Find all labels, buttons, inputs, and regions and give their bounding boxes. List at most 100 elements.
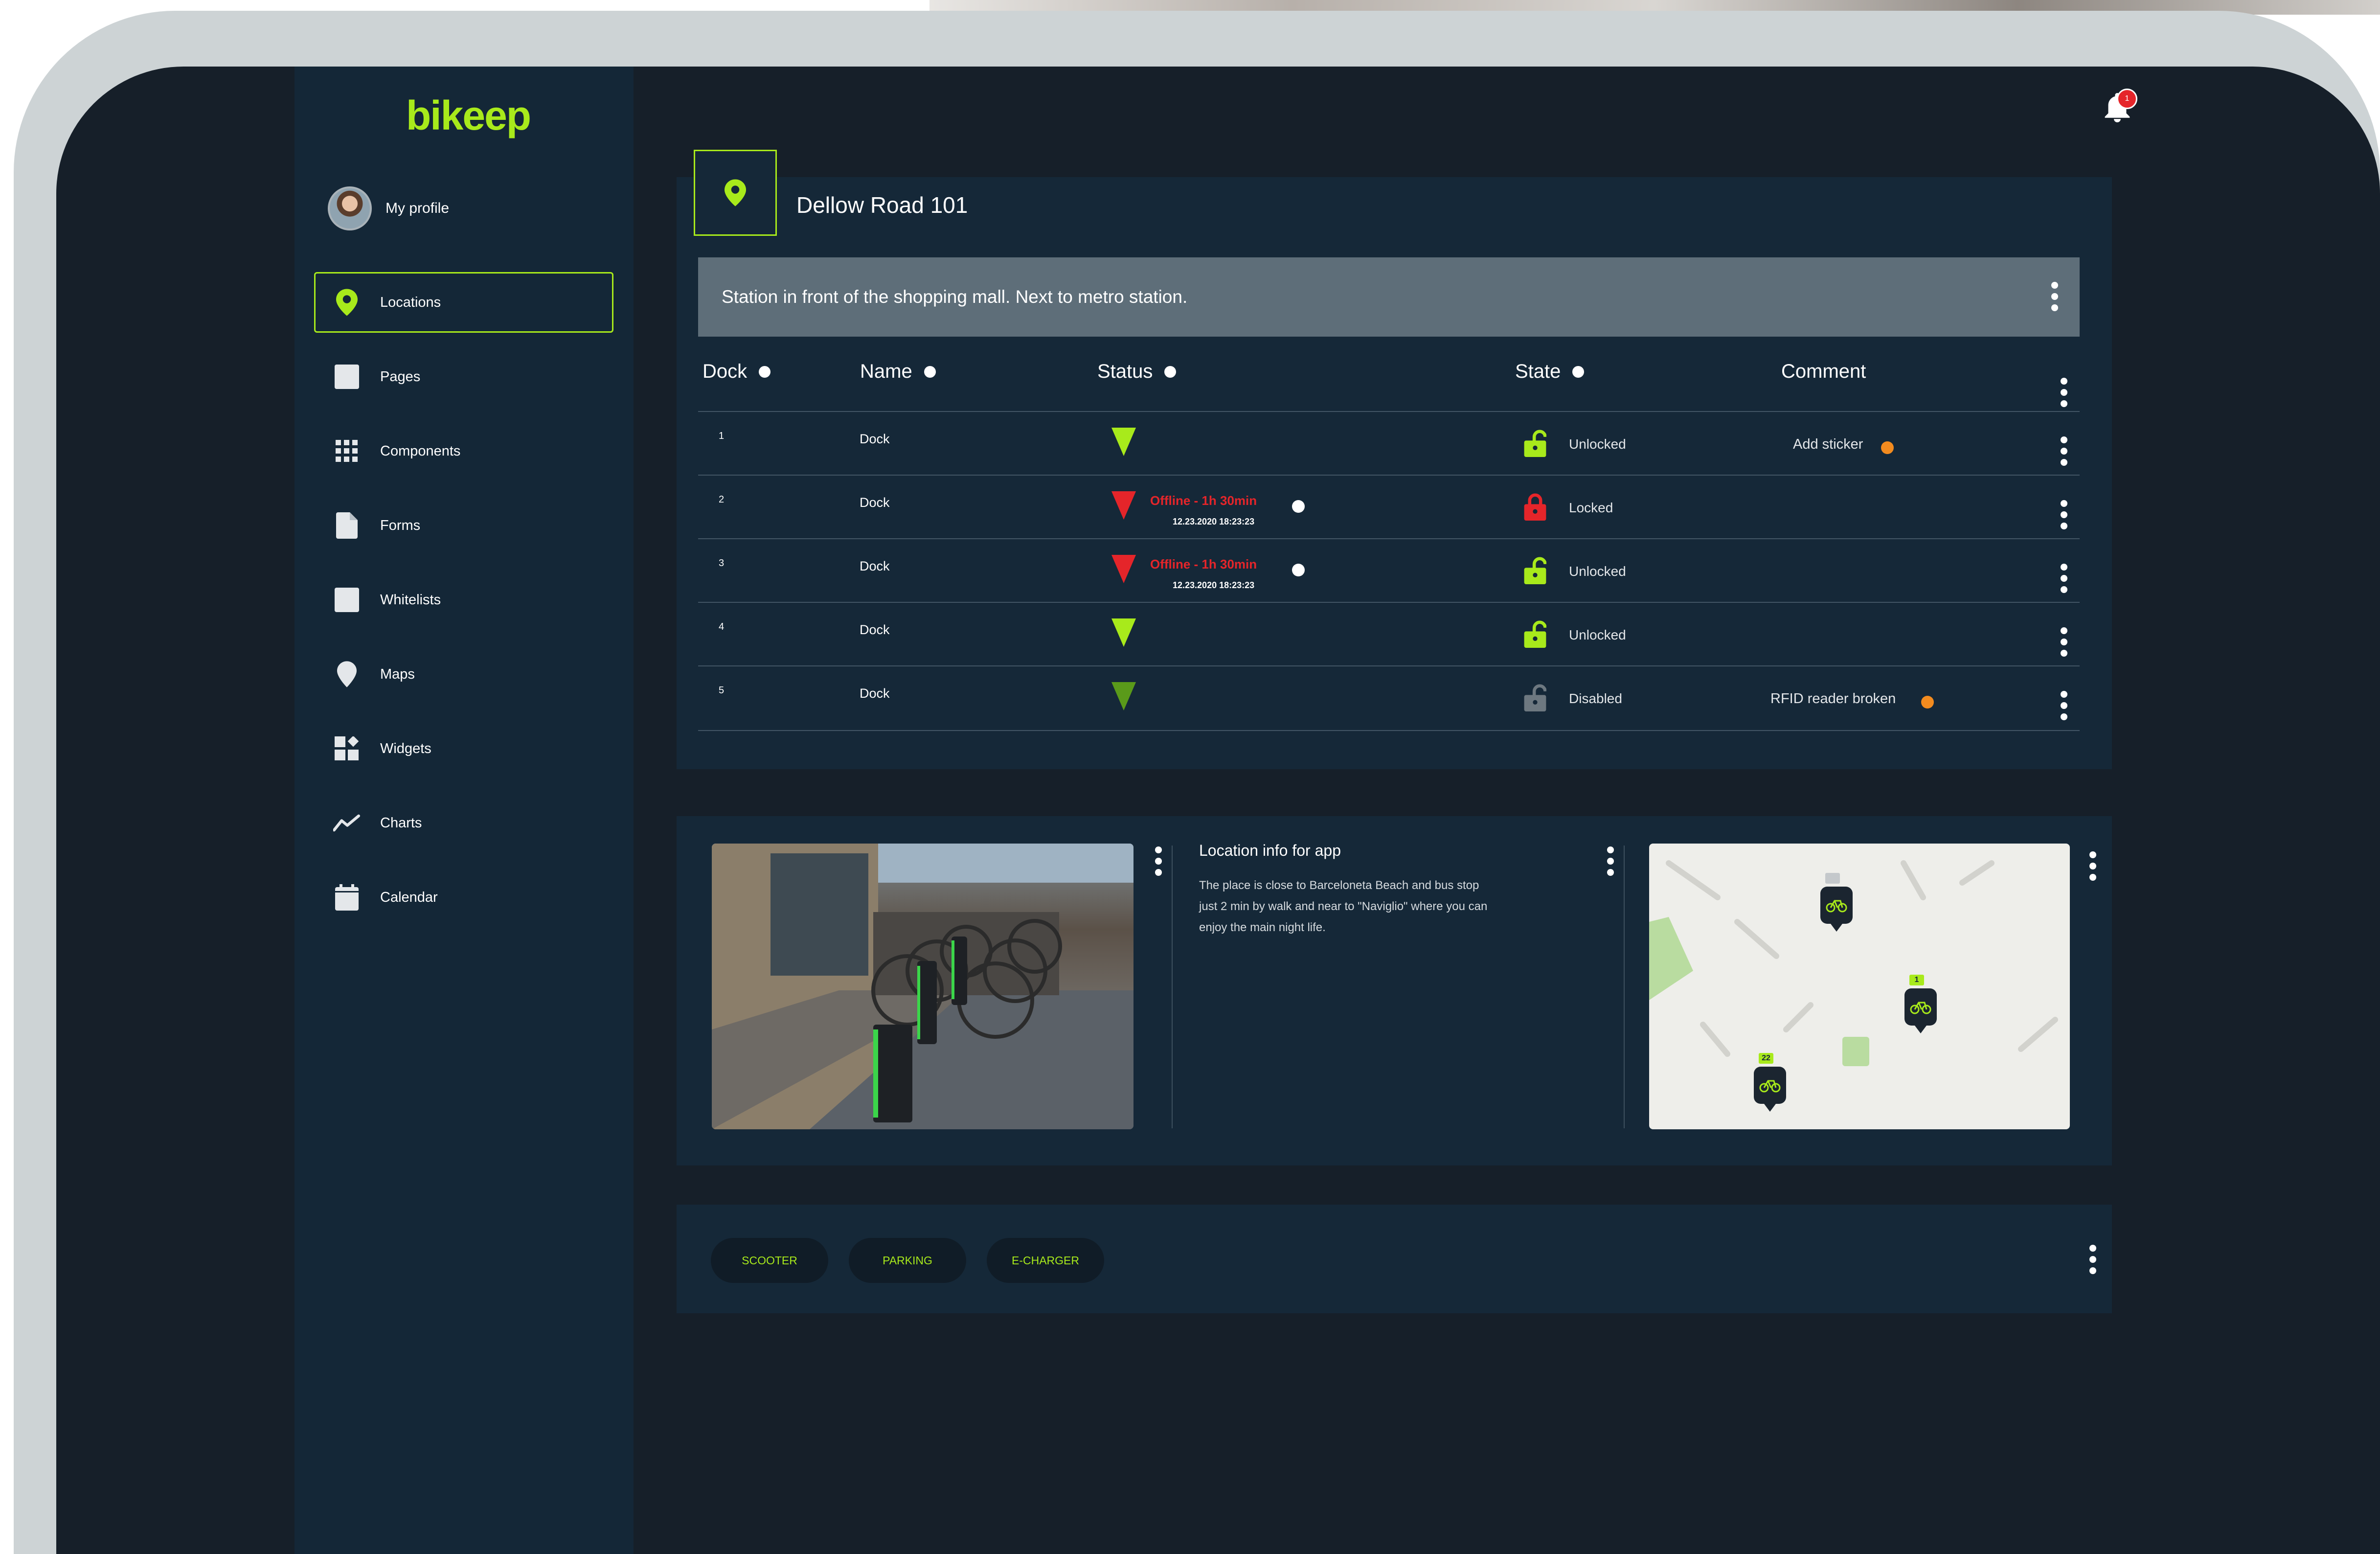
notification-badge: 1 xyxy=(2117,89,2137,109)
info-icon[interactable] xyxy=(1572,366,1585,378)
dock-state: Unlocked xyxy=(1569,436,1626,452)
sidebar-item-components[interactable]: Components xyxy=(314,421,613,481)
station-photo[interactable] xyxy=(712,844,1133,1129)
offline-timestamp: 12.23.2020 18:23:23 xyxy=(1173,517,1255,526)
bicycle-icon xyxy=(1910,1002,1931,1014)
unlocked-icon xyxy=(1524,430,1546,457)
dock-number: 4 xyxy=(719,621,725,632)
table-row[interactable]: 3 Dock Offline - 1h 30min 12.23.2020 18:… xyxy=(698,538,2080,603)
row-menu-icon[interactable] xyxy=(2059,627,2069,657)
app-info-text: The place is close to Barceloneta Beach … xyxy=(1199,879,1488,934)
sidebar-item-label: Calendar xyxy=(380,889,438,905)
whitelist-icon xyxy=(333,586,361,614)
sidebar-item-locations[interactable]: Locations xyxy=(314,272,613,333)
sidebar: bikeep My profile Locations Pages Compon… xyxy=(295,67,634,1554)
bicycle-icon xyxy=(1759,1080,1781,1093)
line-chart-icon xyxy=(333,809,361,837)
dock-number: 3 xyxy=(719,558,725,569)
info-icon[interactable] xyxy=(924,366,936,378)
map-marker[interactable] xyxy=(1820,873,1853,932)
status-disabled-icon xyxy=(1111,682,1136,710)
profile-link[interactable]: My profile xyxy=(328,186,449,230)
unlocked-icon xyxy=(1524,620,1546,648)
services-menu-icon[interactable] xyxy=(2087,1245,2098,1274)
bicycle-icon xyxy=(1826,900,1847,913)
sidebar-item-forms[interactable]: Forms xyxy=(314,495,613,556)
photo-menu-icon[interactable] xyxy=(1153,846,1164,876)
table-row[interactable]: 5 Dock Disabled RFID reader broken xyxy=(698,665,2080,731)
row-menu-icon[interactable] xyxy=(2059,500,2069,529)
column-header-dock[interactable]: Dock xyxy=(703,361,771,383)
dock-state: Unlocked xyxy=(1569,627,1626,642)
info-icon[interactable] xyxy=(1292,500,1305,513)
description-menu-icon[interactable] xyxy=(2049,282,2060,311)
sidebar-item-label: Whitelists xyxy=(380,592,441,608)
sidebar-item-label: Forms xyxy=(380,517,421,533)
sidebar-item-widgets[interactable]: Widgets xyxy=(314,718,613,779)
dock-name: Dock xyxy=(860,495,890,510)
chip-e-charger[interactable]: E-CHARGER xyxy=(987,1238,1104,1283)
document-icon xyxy=(333,512,361,539)
map-pin-icon xyxy=(333,661,361,688)
sidebar-nav: Locations Pages Components Forms Whiteli… xyxy=(314,272,613,941)
table-row[interactable]: 4 Dock Unlocked xyxy=(698,602,2080,666)
bikeep-logo[interactable]: bikeep xyxy=(406,92,531,139)
avatar xyxy=(328,186,372,230)
location-map[interactable]: 1 22 xyxy=(1649,844,2070,1129)
row-menu-icon[interactable] xyxy=(2059,691,2069,720)
dock-comment: Add sticker xyxy=(1793,436,1863,452)
table-menu-icon[interactable] xyxy=(2059,378,2069,407)
row-menu-icon[interactable] xyxy=(2059,436,2069,466)
comment-indicator xyxy=(1881,441,1894,454)
divider xyxy=(1624,846,1625,1128)
sidebar-item-calendar[interactable]: Calendar xyxy=(314,867,613,928)
dock-number: 1 xyxy=(719,431,725,441)
sidebar-item-whitelists[interactable]: Whitelists xyxy=(314,570,613,630)
dock-state: Unlocked xyxy=(1569,564,1626,579)
sidebar-item-label: Locations xyxy=(380,294,441,310)
location-pin-icon xyxy=(725,179,746,206)
dock-number: 2 xyxy=(719,494,725,505)
column-header-name[interactable]: Name xyxy=(860,361,936,383)
location-pin-icon xyxy=(333,289,361,316)
sidebar-item-label: Components xyxy=(380,443,461,459)
chip-parking[interactable]: PARKING xyxy=(849,1238,966,1283)
widgets-icon xyxy=(333,735,361,762)
page-title: Dellow Road 101 xyxy=(796,192,968,218)
location-card: Dellow Road 101 Station in front of the … xyxy=(677,150,2112,769)
chip-scooter[interactable]: SCOOTER xyxy=(711,1238,828,1283)
sidebar-item-label: Pages xyxy=(380,368,421,385)
dock-comment: RFID reader broken xyxy=(1770,691,1896,707)
sidebar-item-label: Charts xyxy=(380,815,422,831)
map-menu-icon[interactable] xyxy=(2087,851,2098,881)
row-menu-icon[interactable] xyxy=(2059,564,2069,593)
info-icon[interactable] xyxy=(1292,564,1305,576)
table-row[interactable]: 1 Dock Unlocked Add sticker xyxy=(698,411,2080,476)
sidebar-item-pages[interactable]: Pages xyxy=(314,346,613,407)
unlocked-icon xyxy=(1524,557,1546,584)
map-marker[interactable]: 1 xyxy=(1904,975,1937,1033)
app-screen: bikeep My profile Locations Pages Compon… xyxy=(56,67,2380,1554)
profile-label: My profile xyxy=(385,200,450,216)
app-info-title: Location info for app xyxy=(1199,842,1341,859)
dock-state: Disabled xyxy=(1569,691,1622,706)
disabled-lock-icon xyxy=(1524,684,1546,711)
locked-icon xyxy=(1524,493,1546,521)
info-icon[interactable] xyxy=(1164,366,1177,378)
column-header-state[interactable]: State xyxy=(1515,361,1585,383)
column-header-status[interactable]: Status xyxy=(1097,361,1177,383)
marker-badge xyxy=(1825,873,1840,884)
app-info-menu-icon[interactable] xyxy=(1605,846,1616,876)
column-header-comment[interactable]: Comment xyxy=(1781,361,1866,383)
sidebar-item-maps[interactable]: Maps xyxy=(314,644,613,705)
info-icon[interactable] xyxy=(759,366,771,378)
offline-timestamp: 12.23.2020 18:23:23 xyxy=(1173,580,1255,590)
status-online-icon xyxy=(1111,428,1136,456)
pages-icon xyxy=(333,363,361,390)
table-row[interactable]: 2 Dock Offline - 1h 30min 12.23.2020 18:… xyxy=(698,475,2080,539)
sidebar-item-charts[interactable]: Charts xyxy=(314,793,613,853)
sidebar-item-label: Maps xyxy=(380,666,415,682)
map-marker[interactable]: 22 xyxy=(1754,1053,1786,1112)
comment-indicator xyxy=(1921,696,1934,708)
location-details-card: Location info for app The place is close… xyxy=(677,816,2112,1166)
